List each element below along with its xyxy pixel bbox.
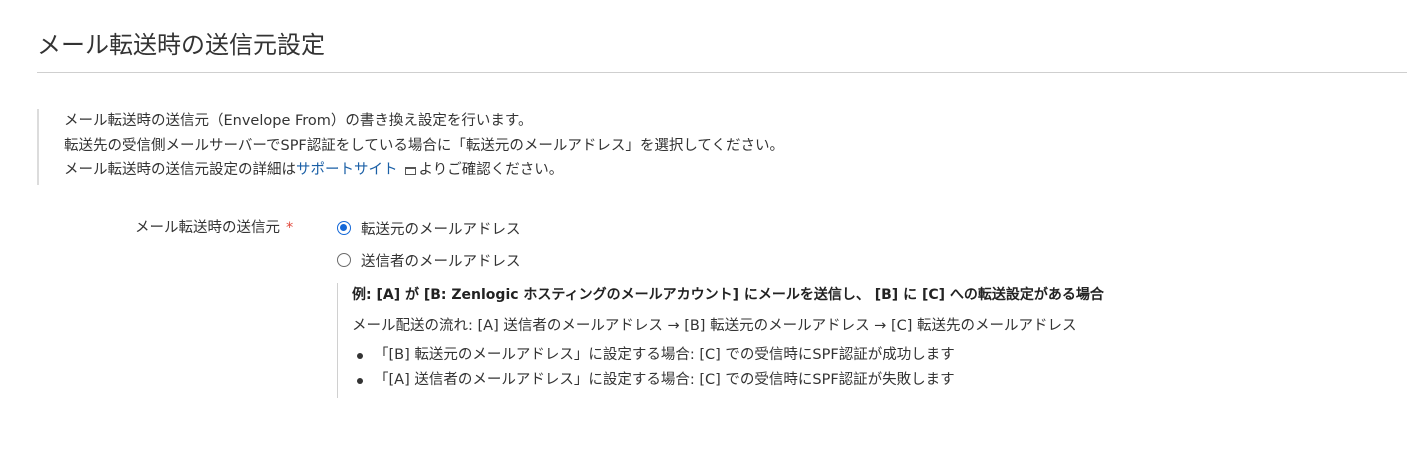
title-divider xyxy=(37,72,1407,73)
radio-option-forwarder-address-label: 転送元のメールアドレス xyxy=(361,221,521,238)
radio-option-sender-address-label: 送信者のメールアドレス xyxy=(361,253,521,270)
intro-line-3-suffix: よりご確認ください。 xyxy=(418,162,564,178)
intro-description: メール転送時の送信元（Envelope From）の書き換え設定を行います。 転… xyxy=(37,109,784,185)
external-window-icon xyxy=(404,167,416,175)
sender-setting-label-text: メール転送時の送信元 xyxy=(135,220,280,236)
radio-option-sender-address[interactable]: 送信者のメールアドレス xyxy=(337,249,521,271)
support-site-link[interactable]: サポートサイト xyxy=(296,162,419,178)
support-site-link-label: サポートサイト xyxy=(296,162,398,178)
radio-option-forwarder-address[interactable]: 転送元のメールアドレス xyxy=(337,217,521,239)
intro-line-3-prefix: メール転送時の送信元設定の詳細は xyxy=(64,162,296,178)
example-bullet-list: 「[B] 転送元のメールアドレス」に設定する場合: [C] での受信時にSPF認… xyxy=(352,343,1104,393)
example-flow: メール配送の流れ: [A] 送信者のメールアドレス → [B] 転送元のメールア… xyxy=(352,318,1077,334)
list-item: 「[B] 転送元のメールアドレス」に設定する場合: [C] での受信時にSPF認… xyxy=(352,343,1104,368)
intro-line-1: メール転送時の送信元（Envelope From）の書き換え設定を行います。 xyxy=(64,113,533,129)
example-box: 例: [A] が [B: Zenlogic ホスティングのメールアカウント] に… xyxy=(337,283,1104,398)
list-item: 「[A] 送信者のメールアドレス」に設定する場合: [C] での受信時にSPF認… xyxy=(352,368,1104,393)
intro-line-3: メール転送時の送信元設定の詳細はサポートサイト よりご確認ください。 xyxy=(64,158,784,183)
radio-button-unchecked-icon[interactable] xyxy=(337,253,351,267)
page-title: メール転送時の送信元設定 xyxy=(37,31,325,59)
example-title: 例: [A] が [B: Zenlogic ホスティングのメールアカウント] に… xyxy=(352,287,1104,303)
sender-setting-label: メール転送時の送信元 * xyxy=(135,217,293,239)
intro-line-2: 転送先の受信側メールサーバーでSPF認証をしている場合に「転送元のメールアドレス… xyxy=(64,137,784,154)
required-mark: * xyxy=(286,220,294,236)
radio-button-checked-icon[interactable] xyxy=(337,221,351,235)
